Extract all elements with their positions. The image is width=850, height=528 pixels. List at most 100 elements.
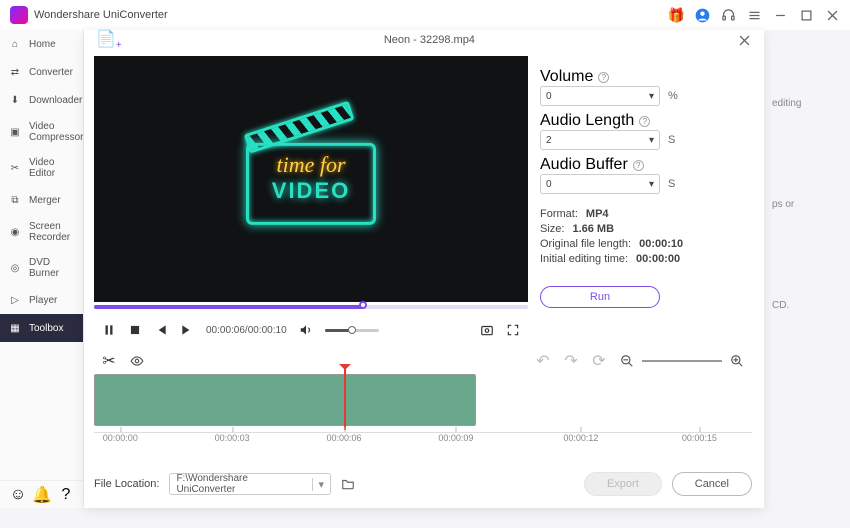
user-icon[interactable]: ☺	[11, 488, 25, 502]
buffer-label: Audio Buffer	[540, 156, 628, 174]
volume-label: Volume	[540, 68, 593, 86]
undo-icon[interactable]: ↶	[536, 354, 550, 368]
scissors-icon[interactable]: ✂	[102, 354, 116, 368]
sidebar-item-toolbox[interactable]: ▦ Toolbox	[0, 314, 83, 342]
volume-icon[interactable]	[299, 323, 313, 337]
home-icon: ⌂	[8, 37, 22, 51]
sidebar-item-player[interactable]: ▷ Player	[0, 286, 83, 314]
next-icon[interactable]	[180, 323, 194, 337]
snapshot-icon[interactable]	[480, 323, 494, 337]
editor-dialog: 📄+ Neon - 32298.mp4 time for VIDEO 00:00…	[84, 30, 764, 508]
sidebar-item-downloader[interactable]: ⬇Downloader	[0, 86, 83, 114]
record-icon: ◉	[8, 225, 22, 239]
sidebar-item-label: Toolbox	[29, 323, 63, 334]
folder-icon[interactable]	[341, 477, 355, 491]
sidebar-item-label: Video Compressor	[29, 121, 83, 143]
chevron-down-icon[interactable]: ▾	[312, 478, 324, 491]
length-unit: S	[668, 134, 675, 146]
seek-bar[interactable]	[94, 305, 528, 311]
export-button[interactable]: Export	[584, 472, 662, 496]
pause-icon[interactable]	[102, 323, 116, 337]
sidebar: ⌂ Home ⇄ Converter ⬇Downloader ▣ Video Comp…	[0, 30, 84, 508]
timecode: 00:00:06/00:00:10	[206, 325, 287, 336]
help-icon[interactable]: ?	[59, 488, 73, 502]
dvd-icon: ◎	[8, 261, 22, 275]
user-icon[interactable]	[695, 8, 710, 23]
chevron-down-icon: ▾	[649, 135, 654, 146]
sidebar-item-label: Downloader	[29, 95, 82, 106]
playhead[interactable]	[344, 368, 346, 430]
length-label: Audio Length	[540, 112, 634, 130]
file-info: Format:MP4 Size:1.66 MB Original file le…	[540, 208, 752, 265]
video-preview[interactable]: time for VIDEO	[94, 56, 528, 302]
neon-line2: VIDEO	[249, 178, 373, 204]
menu-icon[interactable]	[747, 8, 762, 23]
sidebar-item-converter[interactable]: ⇄ Converter	[0, 58, 83, 86]
compress-icon: ▣	[8, 125, 22, 139]
dialog-footer: File Location: F:\Wondershare UniConvert…	[94, 472, 752, 496]
zoom-slider[interactable]	[642, 360, 722, 362]
help-icon[interactable]: ?	[598, 72, 609, 83]
fullscreen-icon[interactable]	[506, 323, 520, 337]
merge-icon: ⧉	[8, 193, 22, 207]
timeline-clip[interactable]	[94, 374, 476, 426]
sidebar-bottom: ☺ 🔔 ?	[0, 480, 84, 508]
convert-icon: ⇄	[8, 65, 22, 79]
eye-icon[interactable]	[130, 354, 144, 368]
bell-icon[interactable]: 🔔	[35, 488, 49, 502]
volume-unit: %	[668, 90, 678, 102]
prev-icon[interactable]	[154, 323, 168, 337]
zoom-out-icon[interactable]	[620, 354, 634, 368]
chevron-down-icon: ▾	[649, 91, 654, 102]
sidebar-item-recorder[interactable]: ◉ Screen Recorder	[0, 214, 83, 250]
sidebar-item-label: Player	[29, 295, 57, 306]
sidebar-item-editor[interactable]: ✂ Video Editor	[0, 150, 83, 186]
play-icon: ▷	[8, 293, 22, 307]
length-select[interactable]: 2▾	[540, 130, 660, 150]
refresh-icon[interactable]: ⟳	[592, 354, 606, 368]
sidebar-item-label: DVD Burner	[29, 257, 75, 279]
redo-icon[interactable]: ↷	[564, 354, 578, 368]
close-icon[interactable]	[825, 8, 840, 23]
file-location-label: File Location:	[94, 478, 159, 490]
sidebar-item-label: Converter	[29, 67, 73, 78]
help-icon[interactable]: ?	[639, 116, 650, 127]
titlebar: Wondershare UniConverter 🎁	[0, 0, 850, 30]
run-button[interactable]: Run	[540, 286, 660, 308]
cancel-button[interactable]: Cancel	[672, 472, 752, 496]
app-logo	[10, 6, 28, 24]
close-icon[interactable]	[737, 33, 752, 48]
sidebar-item-compressor[interactable]: ▣ Video Compressor	[0, 114, 83, 150]
timeline[interactable]: 00:00:00 00:00:03 00:00:06 00:00:09 00:0…	[94, 374, 752, 456]
chevron-down-icon: ▾	[649, 179, 654, 190]
timeline-ruler: 00:00:00 00:00:03 00:00:06 00:00:09 00:0…	[94, 432, 752, 456]
stop-icon[interactable]	[128, 323, 142, 337]
sidebar-item-label: Screen Recorder	[29, 221, 75, 243]
params-panel: Volume? 0▾ % Audio Length? 2▾ S Audio Bu…	[540, 68, 752, 308]
buffer-unit: S	[668, 178, 675, 190]
add-file-icon[interactable]: 📄+	[96, 29, 122, 51]
buffer-select[interactable]: 0▾	[540, 174, 660, 194]
scissors-icon: ✂	[8, 161, 22, 175]
sidebar-item-label: Video Editor	[29, 157, 75, 179]
timeline-toolbar: ✂ ↶ ↷ ⟳	[94, 350, 752, 372]
player-controls: 00:00:06/00:00:10	[94, 318, 528, 342]
grid-icon: ▦	[8, 321, 22, 335]
minimize-icon[interactable]	[773, 8, 788, 23]
background-peek: editing ps or CD.	[764, 30, 850, 508]
gift-icon[interactable]: 🎁	[669, 8, 684, 23]
sidebar-item-label: Merger	[29, 195, 61, 206]
file-location-path: F:\Wondershare UniConverter	[176, 473, 306, 495]
neon-line1: time for	[249, 152, 373, 178]
headset-icon[interactable]	[721, 8, 736, 23]
maximize-icon[interactable]	[799, 8, 814, 23]
sidebar-item-label: Home	[29, 39, 56, 50]
volume-select[interactable]: 0▾	[540, 86, 660, 106]
help-icon[interactable]: ?	[633, 160, 644, 171]
sidebar-item-merger[interactable]: ⧉ Merger	[0, 186, 83, 214]
zoom-in-icon[interactable]	[730, 354, 744, 368]
volume-slider[interactable]	[325, 329, 379, 332]
sidebar-item-home[interactable]: ⌂ Home	[0, 30, 83, 58]
file-location-box: F:\Wondershare UniConverter ▾	[169, 473, 331, 495]
sidebar-item-dvd[interactable]: ◎ DVD Burner	[0, 250, 83, 286]
